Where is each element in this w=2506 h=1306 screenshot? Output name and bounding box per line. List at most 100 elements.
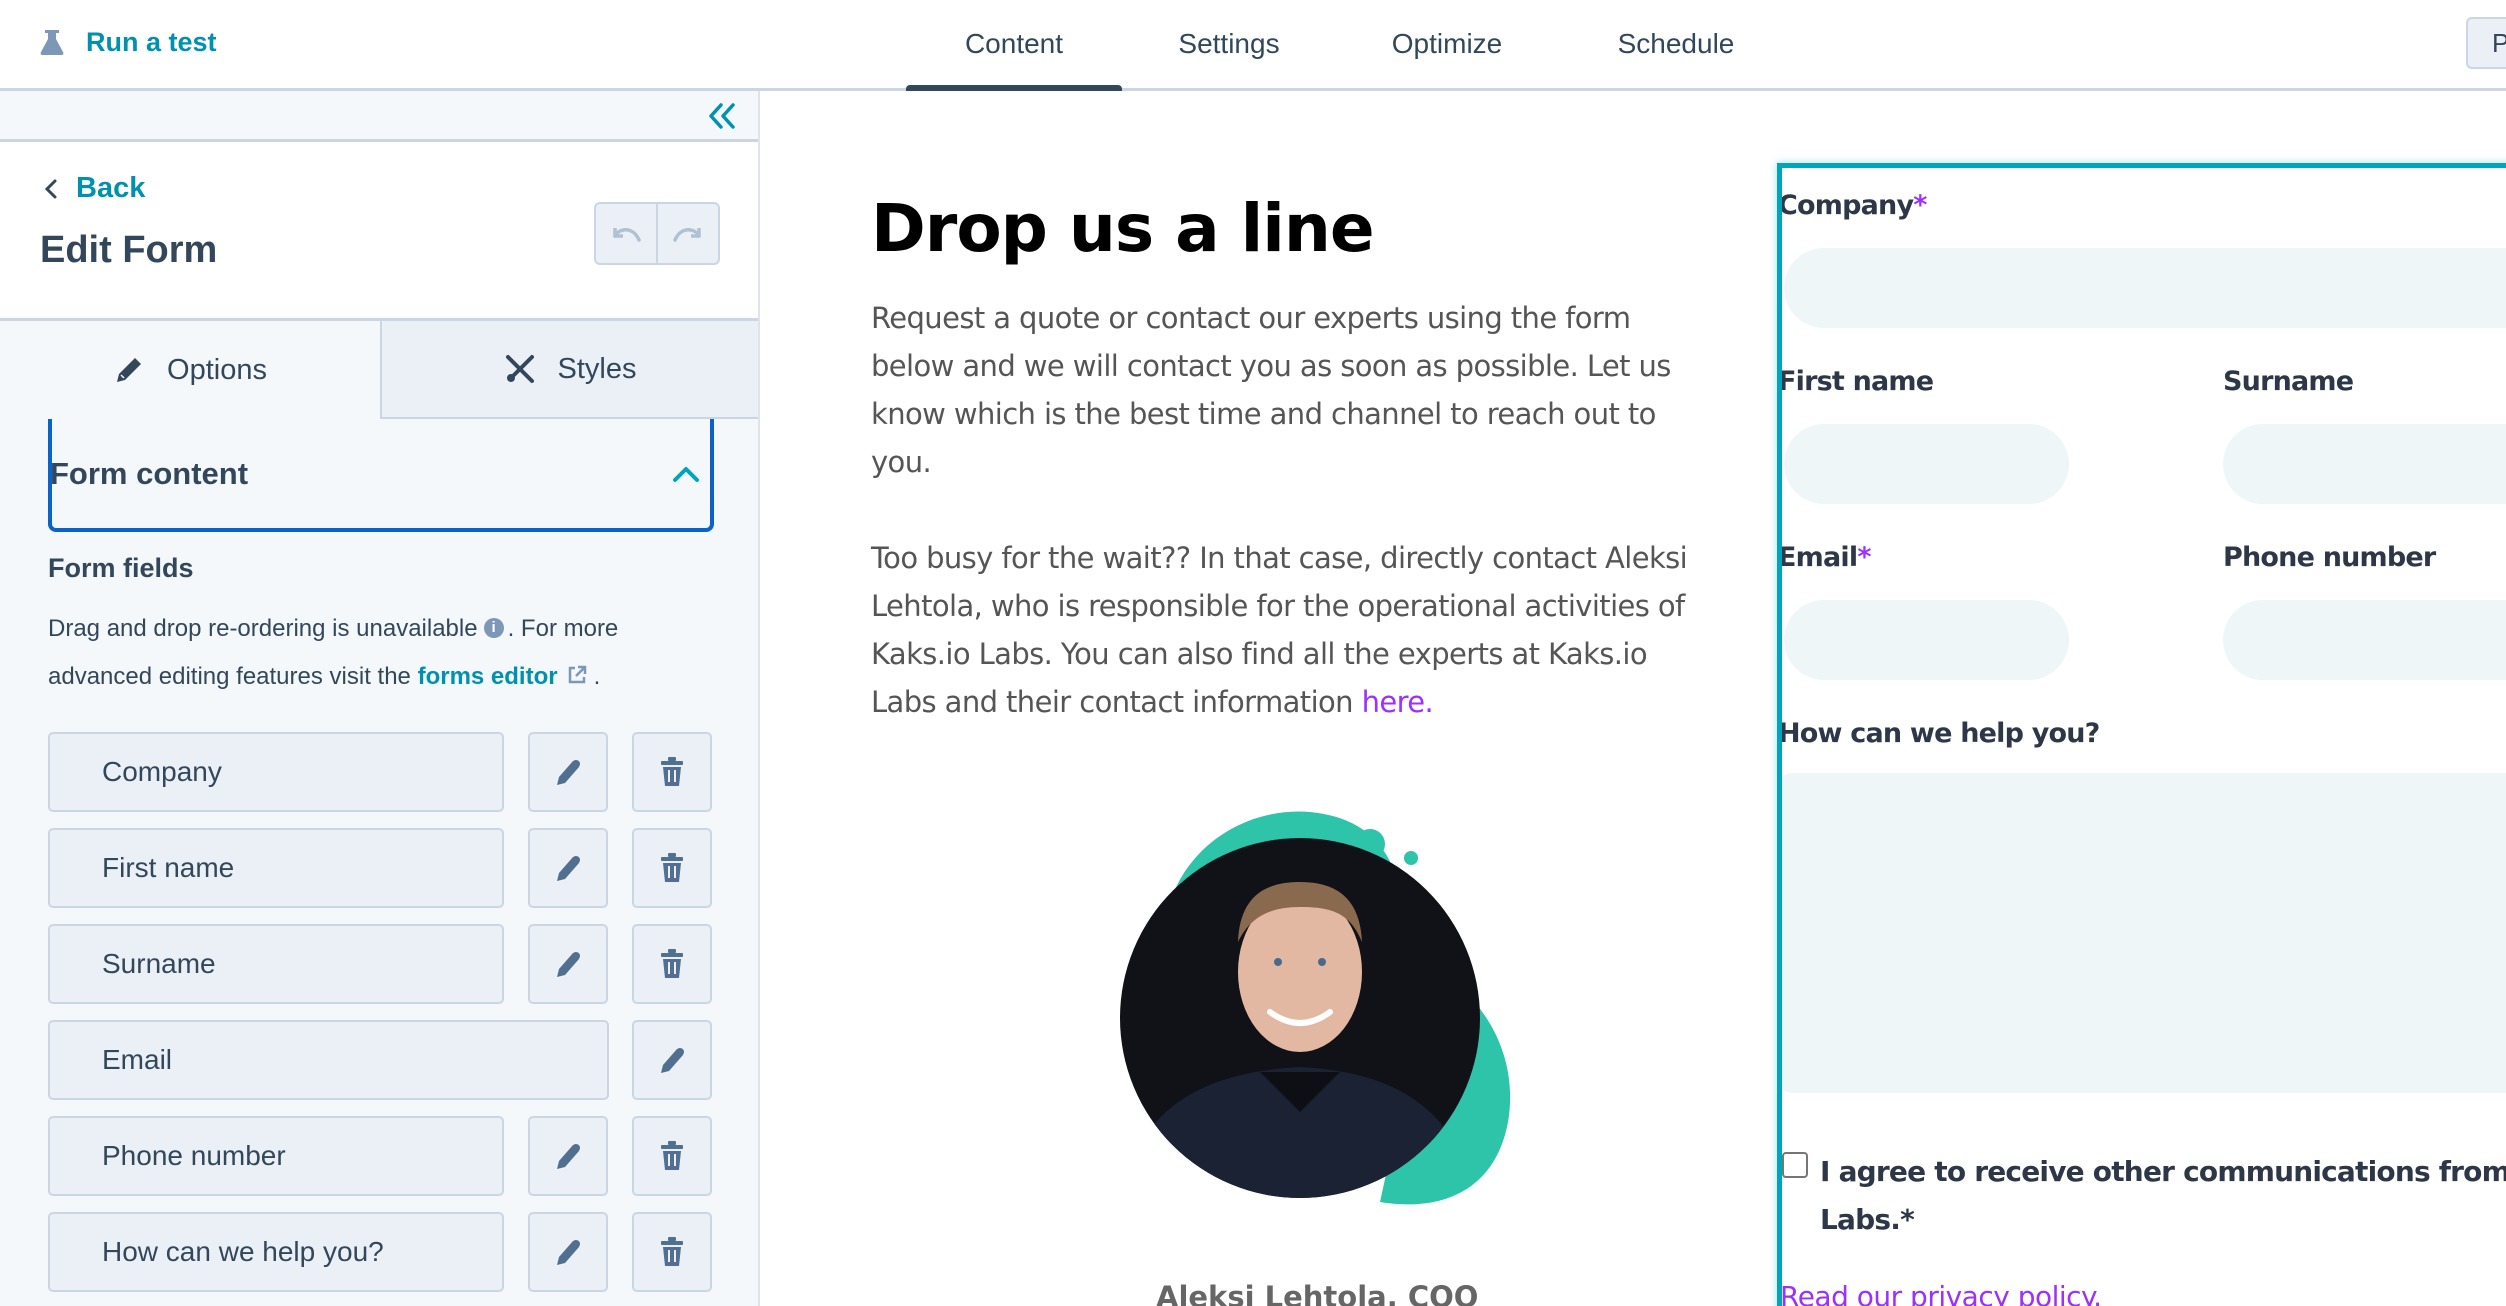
form-field-row: Phone number [48,1116,714,1196]
tab-content[interactable]: Content [906,0,1122,91]
form-fields-help-text: Drag and drop re-ordering is unavailable… [48,605,708,701]
email-input[interactable] [1784,600,2069,680]
portrait-image [1120,811,1511,1205]
first-name-input[interactable] [1784,424,2069,504]
tab-styles[interactable]: Styles [380,321,758,419]
form-field-first-name[interactable]: First name [48,828,504,908]
contact-paragraph: Too busy for the wait?? In that case, di… [871,534,1711,726]
pencil-icon [557,1144,580,1169]
page-preview: Drop us a line Request a quote or contac… [760,94,2506,1306]
form-field-company[interactable]: Company [48,732,504,812]
edit-field-button[interactable] [528,1212,608,1292]
delete-field-button[interactable] [632,1116,712,1196]
delete-field-button[interactable] [632,732,712,812]
run-a-test-button[interactable]: Run a test [40,22,217,62]
consent-line-1: I agree to receive other communications … [1820,1155,2506,1188]
sidebar-header: Back Edit Form [0,142,758,321]
email-label-text: Email [1778,542,1858,573]
form-field-row: Email [48,1020,714,1100]
trash-icon [661,949,683,978]
required-asterisk: * [1857,542,1871,573]
redo-icon [673,227,701,242]
chevron-left-icon [44,179,57,198]
pencil-icon [557,952,580,977]
form-field-how-can-we-help[interactable]: How can we help you? [48,1212,504,1292]
privacy-policy-link[interactable]: Read our privacy policy. [1782,1280,2102,1306]
help-text-end: . [593,663,601,690]
trash-icon [661,1237,683,1266]
brush-tools-icon [505,355,534,383]
phone-number-input[interactable] [2223,600,2506,680]
email-label: Email* [1778,542,1871,573]
trash-icon [661,1141,683,1170]
double-chevron-left-icon[interactable] [706,101,738,131]
edit-field-button[interactable] [528,732,608,812]
sidebar-collapse-bar [0,91,758,142]
phone-number-label: Phone number [2223,542,2436,573]
consent-checkbox[interactable] [1782,1152,1808,1178]
form-field-row: How can we help you? [48,1212,714,1292]
delete-field-button[interactable] [632,828,712,908]
form-field-row: First name [48,828,714,908]
edit-field-button[interactable] [528,1116,608,1196]
tab-schedule[interactable]: Schedule [1558,0,1794,88]
editor-tabs: Content Settings Optimize Schedule [906,0,1794,91]
sidebar-tabs: Options Styles [0,321,758,419]
tab-styles-label: Styles [557,352,637,385]
back-link[interactable]: Back [44,172,145,205]
delete-field-button[interactable] [632,924,712,1004]
surname-input[interactable] [2223,424,2506,504]
preview-button[interactable]: P [2466,17,2506,69]
tab-options-label: Options [167,353,267,386]
company-input[interactable] [1784,248,2506,328]
pencil-icon [557,856,580,881]
pencil-icon [557,1240,580,1265]
edit-form-sidebar: Back Edit Form Options Styles Form conte… [0,91,760,1306]
tab-settings[interactable]: Settings [1122,0,1336,88]
delete-field-button[interactable] [632,1212,712,1292]
surname-label: Surname [2223,366,2354,397]
consent-label: I agree to receive other communications … [1820,1148,2506,1244]
undo-redo-group [594,202,720,265]
trash-icon [661,853,683,882]
form-field-surname[interactable]: Surname [48,924,504,1004]
page-heading: Drop us a line [871,190,1375,267]
form-content-title: Form content [50,455,249,491]
help-text-part-1: Drag and drop re-ordering is unavailable [48,615,478,642]
undo-button[interactable] [596,204,656,263]
required-asterisk: * [1913,190,1927,221]
portrait-caption: Aleksi Lehtola, COO [1156,1280,1479,1306]
pencil-icon [557,760,580,785]
form-field-phone-number[interactable]: Phone number [48,1116,504,1196]
form-field-email[interactable]: Email [48,1020,609,1100]
form-module-selected[interactable]: Company* First name Surname Email* Phone… [1777,163,2506,1306]
intro-paragraph: Request a quote or contact our experts u… [871,301,1671,479]
form-content-section-toggle[interactable]: Form content [48,419,714,532]
tab-optimize[interactable]: Optimize [1336,0,1558,88]
help-message-textarea[interactable] [1782,773,2506,1093]
form-field-row: Surname [48,924,714,1004]
tab-options[interactable]: Options [0,321,380,419]
info-icon[interactable]: i [483,617,504,638]
company-label-text: Company [1778,190,1914,221]
consent-line-2: Labs.* [1820,1203,1915,1236]
help-message-label: How can we help you? [1778,718,2100,749]
edit-field-button[interactable] [528,828,608,908]
undo-icon [613,227,641,242]
redo-button[interactable] [656,204,718,263]
here-link[interactable]: here. [1362,685,1434,719]
pencil-icon [117,358,142,382]
chevron-up-icon [673,466,699,482]
form-field-row: Company [48,732,714,812]
flask-icon [40,30,64,55]
form-fields-title: Form fields [48,553,194,583]
edit-field-button[interactable] [632,1020,712,1100]
top-navigation-bar: Run a test Content Settings Optimize Sch… [0,0,2506,91]
edit-field-button[interactable] [528,924,608,1004]
sidebar-title: Edit Form [40,229,218,271]
external-link-icon [568,665,586,683]
forms-editor-link[interactable]: forms editor [418,663,558,690]
contact-paragraph-text: Too busy for the wait?? In that case, di… [871,541,1688,719]
first-name-label: First name [1778,366,1934,397]
company-label: Company* [1778,190,1927,221]
